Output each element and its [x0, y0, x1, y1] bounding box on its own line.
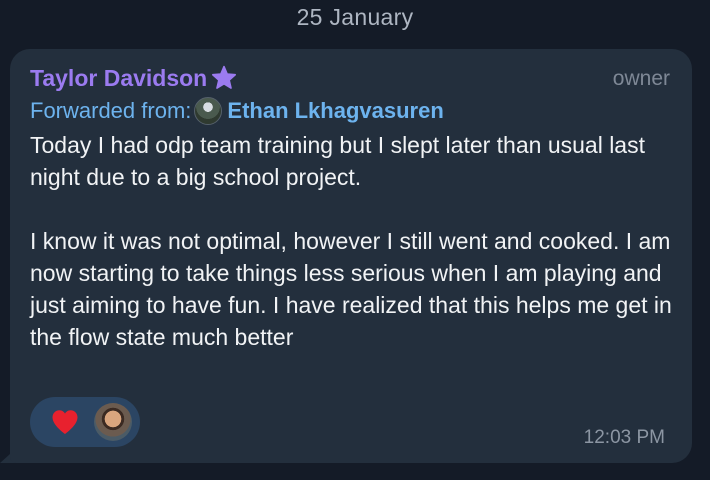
forwarded-name[interactable]: Ethan Lkhagvasuren — [227, 98, 443, 124]
heart-icon — [51, 409, 79, 435]
forwarded-avatar[interactable] — [194, 97, 223, 125]
message-bubble[interactable]: Taylor Davidson owner Forwarded from: Et… — [10, 49, 692, 463]
star-icon — [210, 64, 238, 92]
forwarded-header[interactable]: Forwarded from: Ethan Lkhagvasuren — [30, 97, 444, 125]
sender-name[interactable]: Taylor Davidson — [30, 65, 207, 92]
sender-row: Taylor Davidson — [30, 64, 238, 92]
date-separator: 25 January — [296, 4, 414, 30]
reactor-avatar[interactable] — [94, 403, 132, 441]
message-time: 12:03 PM — [583, 427, 665, 448]
member-role-label: owner — [612, 67, 670, 90]
message-text: Today I had odp team training but I slep… — [30, 132, 672, 350]
reaction-pill[interactable] — [30, 397, 140, 447]
forwarded-prefix: Forwarded from: — [30, 98, 192, 123]
